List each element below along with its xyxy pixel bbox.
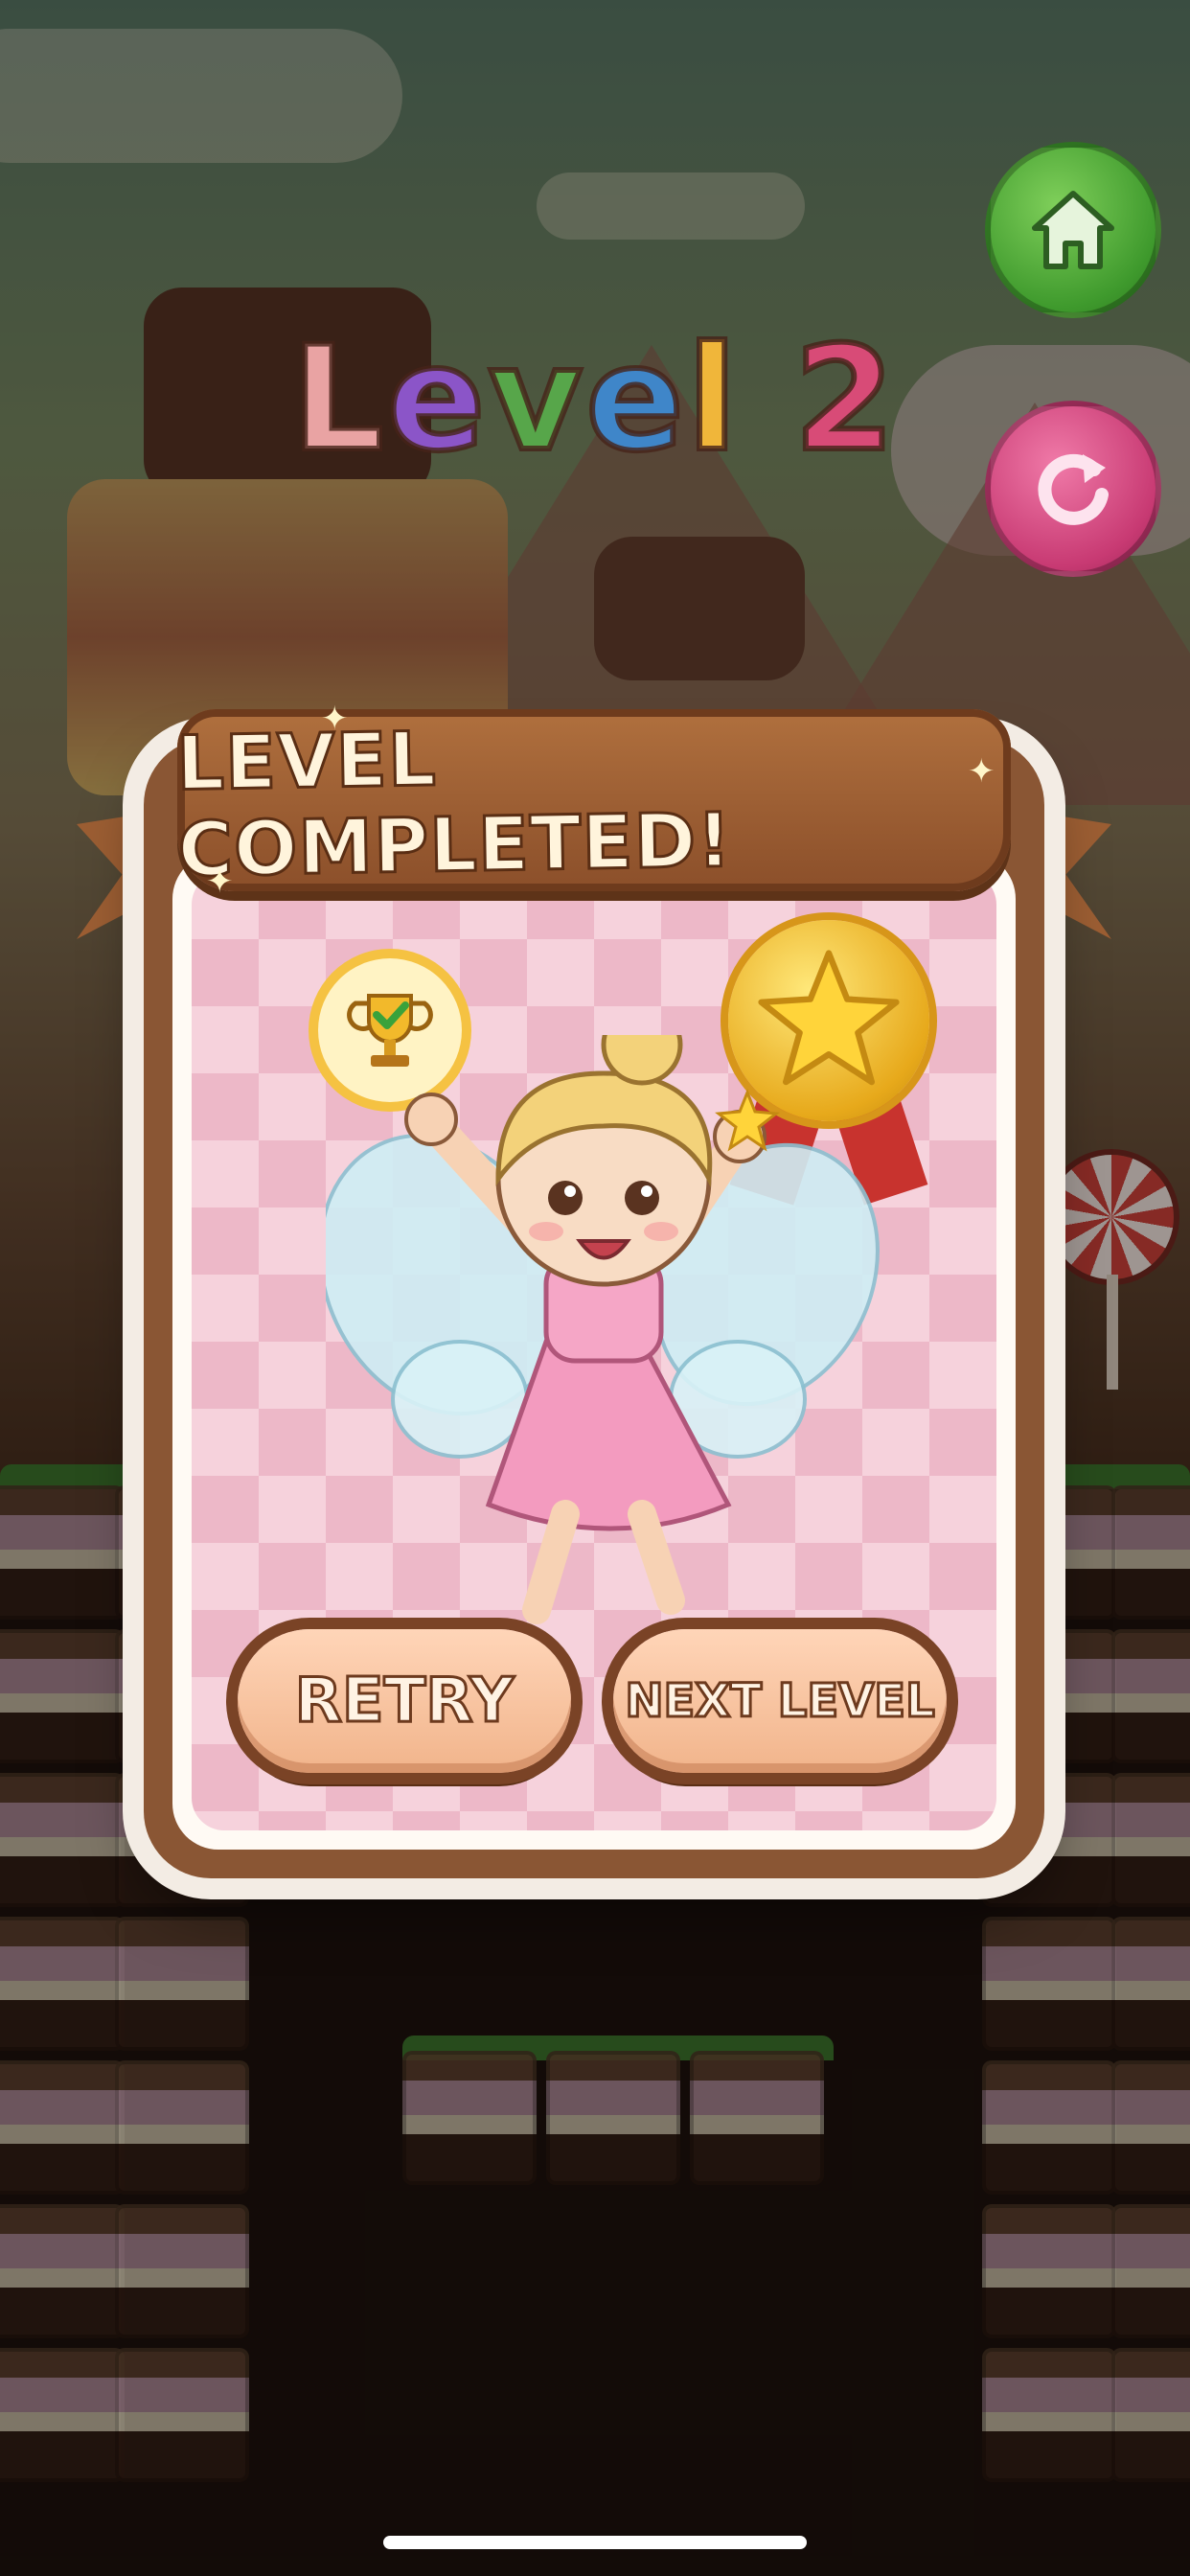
level-title-letter: e (584, 313, 688, 486)
home-button[interactable] (985, 142, 1161, 318)
level-title-letter: v (486, 313, 586, 486)
sparkle-icon: ✦ (206, 862, 234, 901)
retry-button[interactable]: RETRY (238, 1629, 571, 1773)
home-indicator[interactable] (383, 2536, 807, 2549)
sparkle-icon: ✦ (321, 700, 349, 738)
level-title-letter: e (384, 313, 489, 486)
next-level-button[interactable]: NEXT LEVEL (613, 1629, 947, 1773)
level-title-letter: l (684, 313, 741, 486)
level-title-letter (741, 316, 794, 483)
house-icon (1032, 191, 1114, 269)
level-title-letter: 2 (791, 313, 899, 486)
sparkle-icon: ✦ (968, 752, 995, 791)
level-title-letter: L (289, 313, 388, 486)
fairy-character (326, 1035, 880, 1624)
level-title: Level 2 (0, 313, 1190, 486)
retry-button-label: RETRY (293, 1665, 515, 1738)
title-ribbon: LEVEL COMPLETED! (174, 709, 1011, 895)
dialog-title: LEVEL COMPLETED! (174, 715, 734, 895)
next-level-button-label: NEXT LEVEL (624, 1673, 936, 1730)
